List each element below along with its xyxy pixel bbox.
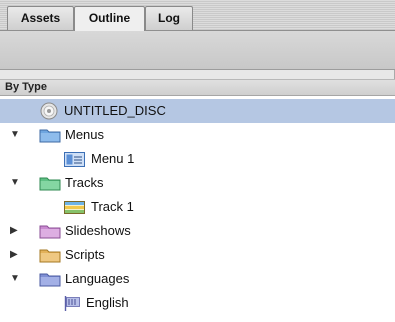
- outline-panel: Assets Outline Log By Type UNTITLED_DISC…: [0, 0, 395, 322]
- tree-item-english[interactable]: English: [0, 291, 395, 315]
- tab-assets[interactable]: Assets: [7, 6, 74, 30]
- disclosure-triangle-expanded-icon[interactable]: ▼: [10, 178, 20, 188]
- tab-bar: Assets Outline Log: [0, 0, 395, 31]
- tree-item-track-1[interactable]: Track 1: [0, 195, 395, 219]
- tab-log[interactable]: Log: [145, 6, 193, 30]
- toolbar-area: [0, 31, 395, 70]
- tree-item-label: English: [86, 295, 129, 310]
- tree-item-slideshows[interactable]: ▶ Slideshows: [0, 219, 395, 243]
- tree-item-menu-1[interactable]: Menu 1: [0, 147, 395, 171]
- tree-item-label: Track 1: [91, 199, 134, 214]
- tree-item-label: Scripts: [65, 247, 105, 262]
- disclosure-triangle-expanded-icon[interactable]: ▼: [10, 130, 20, 140]
- disclosure-triangle-collapsed-icon[interactable]: ▶: [10, 226, 20, 236]
- group-header-by-type: By Type: [0, 79, 395, 96]
- tree-item-label: Languages: [65, 271, 130, 286]
- tree-item-scripts[interactable]: ▶ Scripts: [0, 243, 395, 267]
- folder-icon: [39, 225, 61, 239]
- tree-item-tracks[interactable]: ▼ Tracks: [0, 171, 395, 195]
- tree-item-languages[interactable]: ▼ Languages: [0, 267, 395, 291]
- folder-icon: [39, 273, 61, 287]
- tab-outline[interactable]: Outline: [74, 6, 145, 31]
- tree-item-disc[interactable]: UNTITLED_DISC: [0, 99, 395, 123]
- menu-icon: [64, 152, 85, 167]
- track-icon: [64, 201, 85, 214]
- folder-icon: [39, 177, 61, 191]
- disc-icon: [40, 102, 58, 120]
- folder-icon: [39, 129, 61, 143]
- tree-item-menus[interactable]: ▼ Menus: [0, 123, 395, 147]
- folder-icon: [39, 249, 61, 263]
- tree-item-label: Menus: [65, 127, 105, 142]
- outline-tree: UNTITLED_DISC ▼ Menus Menu 1 ▼ Tracks Tr…: [0, 96, 395, 322]
- disclosure-triangle-expanded-icon[interactable]: ▼: [10, 274, 20, 284]
- tree-item-label: Tracks: [65, 175, 104, 190]
- tree-item-label: Menu 1: [91, 151, 135, 166]
- tree-item-label: Slideshows: [65, 223, 131, 238]
- tree-item-label: UNTITLED_DISC: [64, 103, 166, 118]
- disclosure-triangle-collapsed-icon[interactable]: ▶: [10, 250, 20, 260]
- flag-icon: [64, 296, 80, 311]
